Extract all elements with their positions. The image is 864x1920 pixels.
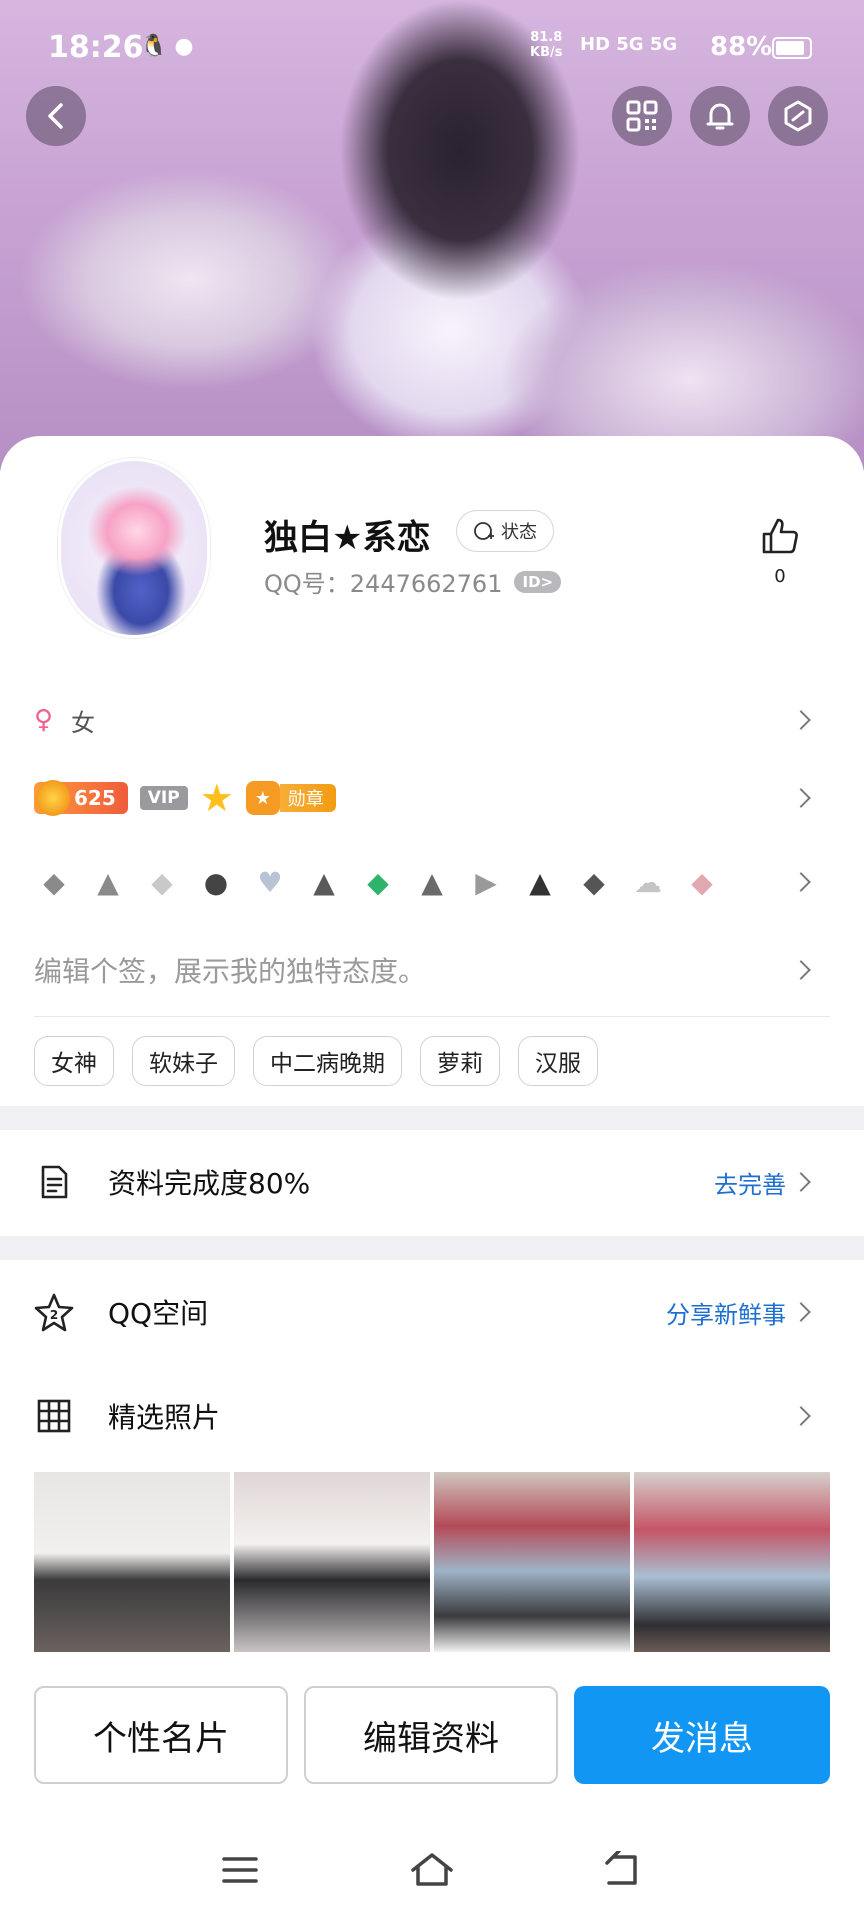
female-icon: ♀	[34, 705, 54, 735]
nav-menu-button[interactable]	[210, 1842, 270, 1898]
signal-indicator: HD 5G 5G	[580, 34, 678, 55]
dark-diamond-icon: ◆	[583, 865, 605, 899]
tag-item[interactable]: 萝莉	[420, 1036, 500, 1086]
heart-diamond-icon: ♥	[257, 865, 283, 899]
profile-name: 独白★系恋	[264, 518, 431, 558]
send-message-button[interactable]: 发消息	[574, 1686, 830, 1784]
edit-profile-button[interactable]: 编辑资料	[304, 1686, 558, 1784]
section-separator	[0, 1236, 864, 1260]
chevron-right-icon	[791, 710, 811, 730]
menu-icon	[222, 1857, 258, 1883]
completion-label: 资料完成度80%	[108, 1167, 311, 1200]
nav-home-button[interactable]	[402, 1842, 462, 1898]
chevron-right-icon	[791, 1406, 811, 1426]
svg-text:2: 2	[50, 1308, 58, 1322]
divider	[34, 1016, 830, 1017]
chevron-left-icon	[48, 103, 63, 129]
id-badge[interactable]: ID>	[514, 570, 562, 593]
bell-icon	[706, 103, 734, 130]
qzone-star-icon: 2	[34, 1292, 74, 1332]
penguin-crown-icon: ▲	[97, 865, 119, 899]
notification-button[interactable]	[690, 86, 750, 146]
signature-row[interactable]: 编辑个签，展示我的独特态度。	[34, 940, 830, 1000]
more-settings-button[interactable]	[768, 86, 828, 146]
section-separator	[0, 1106, 864, 1130]
return-icon	[605, 1851, 637, 1885]
interest-tags: 女神 软妹子 中二病晚期 萝莉 汉服	[34, 1036, 598, 1086]
penguin-king-icon: ▲	[529, 865, 551, 899]
photo-thumbnail[interactable]	[234, 1472, 430, 1652]
qq-level-badge: 625	[34, 780, 128, 816]
diamond-icon: ◆	[151, 865, 173, 899]
hexagon-settings-icon	[784, 100, 812, 132]
featured-photos-row[interactable]: 精选照片	[34, 1366, 830, 1466]
home-icon	[411, 1853, 453, 1886]
chevron-right-icon	[791, 788, 811, 808]
medal-label: 勋章	[279, 784, 336, 812]
tag-item[interactable]: 中二病晚期	[253, 1036, 402, 1086]
status-button[interactable]: 状态	[456, 510, 554, 552]
tag-item[interactable]: 汉服	[518, 1036, 598, 1086]
level-badges-row[interactable]: 625 VIP ★ ★ 勋章	[34, 770, 830, 826]
battery-percent: 88%	[710, 32, 773, 62]
signature-placeholder: 编辑个签，展示我的独特态度。	[34, 955, 427, 988]
complete-profile-link[interactable]: 去完善	[714, 1165, 786, 1200]
gender-row[interactable]: ♀ 女	[34, 690, 830, 750]
qzone-row[interactable]: 2 QQ空间 分享新鲜事	[34, 1262, 830, 1362]
system-nav-bar	[0, 1820, 864, 1920]
back-button[interactable]	[26, 86, 86, 146]
status-time: 18:26	[48, 30, 144, 65]
bomb-face-icon: ●	[203, 865, 229, 899]
collection-icons-row[interactable]: ◆ ▲ ◆ ● ♥ ▲ ◆ ▲ ▶ ▲ ◆ ☁ ◆	[34, 854, 830, 910]
photo-thumbnail[interactable]	[634, 1472, 830, 1652]
status-label: 状态	[501, 522, 537, 543]
qq-number: QQ号：2447662761	[264, 570, 503, 598]
tag-item[interactable]: 软妹子	[132, 1036, 235, 1086]
document-icon	[34, 1162, 74, 1202]
qr-code-button[interactable]	[612, 86, 672, 146]
like-count: 0	[774, 566, 786, 587]
medal-badge: ★ 勋章	[245, 781, 336, 815]
medal-icon: ★	[245, 781, 280, 815]
cloud-icon: ☁	[634, 865, 662, 899]
chevron-right-icon	[791, 1302, 811, 1322]
share-news-link[interactable]: 分享新鲜事	[666, 1295, 786, 1330]
photo-thumbnail[interactable]	[34, 1472, 230, 1652]
chevron-right-icon	[791, 1172, 811, 1192]
photo-strip	[34, 1472, 830, 1652]
grid-icon	[34, 1396, 74, 1436]
qr-code-icon	[626, 100, 658, 132]
vip-badge: VIP	[139, 786, 188, 810]
notification-icons: 🐧 ●	[140, 34, 194, 59]
nav-back-button[interactable]	[594, 1842, 654, 1898]
star-icon: ★	[199, 776, 234, 820]
chevron-right-icon	[791, 960, 811, 980]
penguin-orange-icon: ▲	[421, 865, 443, 899]
qq-number-row[interactable]: QQ号：2447662761 ID>	[264, 564, 562, 599]
network-speed: 81.8 KB/s	[530, 30, 563, 60]
penguin-green-icon: ▲	[313, 865, 335, 899]
avatar[interactable]	[58, 458, 210, 638]
chevron-right-icon	[791, 872, 811, 892]
qzone-label: QQ空间	[108, 1297, 209, 1330]
gender-label: 女	[71, 708, 96, 737]
photo-thumbnail[interactable]	[434, 1472, 630, 1652]
play-icon: ▶	[475, 865, 497, 899]
status-add-icon	[474, 522, 494, 540]
profile-completion-row[interactable]: 资料完成度80% 去完善	[34, 1132, 830, 1232]
crown-gem-icon: ◆	[43, 865, 65, 899]
green-gem-icon: ◆	[367, 865, 389, 899]
status-bar: 18:26 🐧 ● 81.8 KB/s HD 5G 5G 88%	[0, 0, 864, 96]
thumbs-up-icon	[762, 518, 798, 554]
pink-diamond-icon: ◆	[691, 865, 713, 899]
battery-icon	[772, 37, 812, 59]
tag-item[interactable]: 女神	[34, 1036, 114, 1086]
photos-label: 精选照片	[108, 1401, 221, 1434]
like-button[interactable]: 0	[752, 514, 808, 587]
profile-card-button[interactable]: 个性名片	[34, 1686, 288, 1784]
